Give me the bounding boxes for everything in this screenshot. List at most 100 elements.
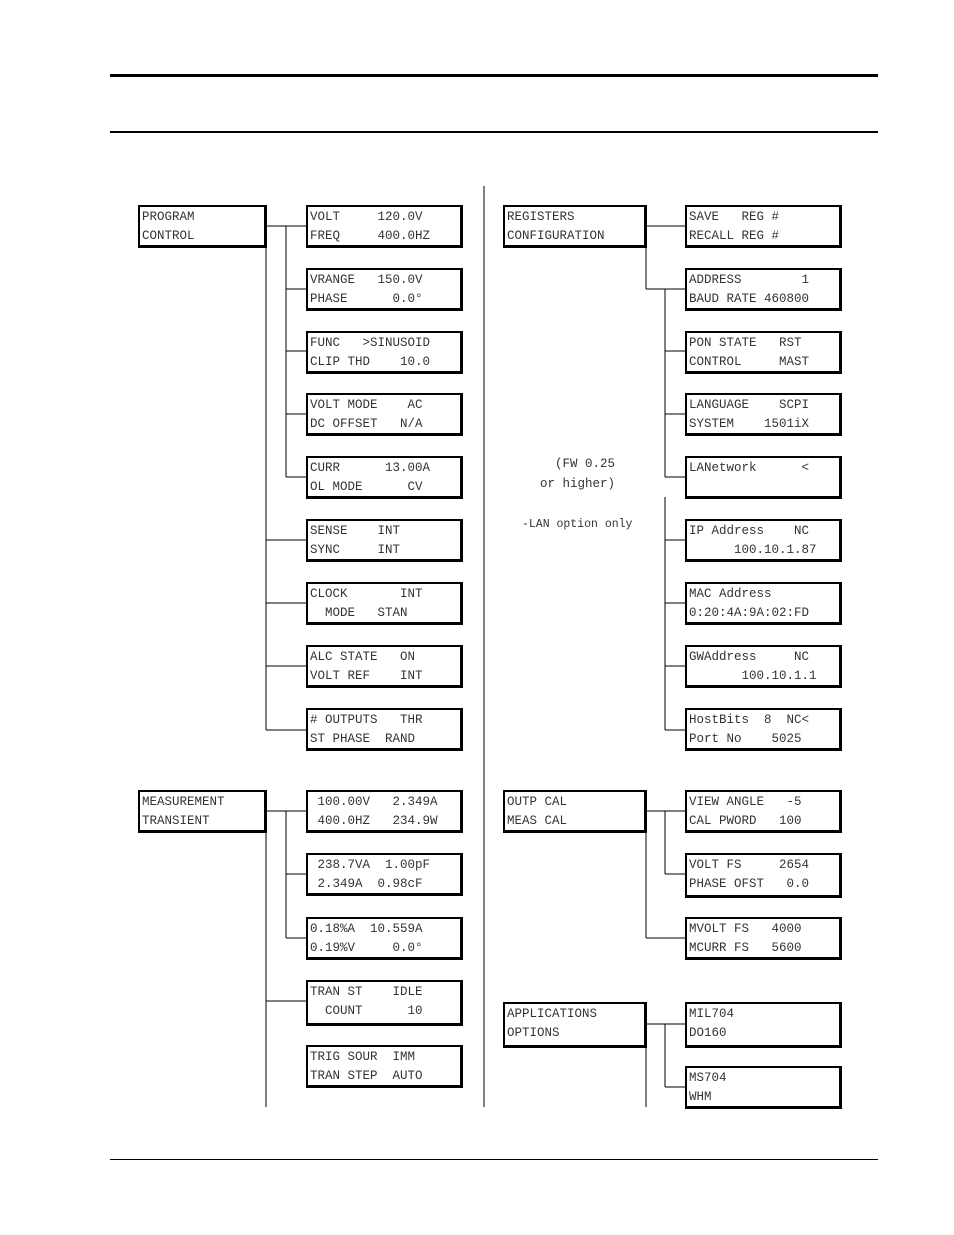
display-line-1: # OUTPUTS THR — [310, 713, 423, 727]
display-line-1: FUNC >SINUSOID — [310, 336, 431, 350]
display-line-2: CAL PWORD 100 — [689, 814, 802, 828]
screen-program-control: VOLT 120.0V FREQ 400.0HZ — [306, 205, 463, 248]
display-line-2: MCURR FS 5600 — [689, 941, 802, 955]
display-line-1: LANGUAGE SCPI — [689, 398, 810, 412]
display-line-1: VOLT 120.0V — [310, 210, 423, 224]
display-line-2: MEAS CAL — [507, 814, 568, 828]
display-line-1: PON STATE RST — [689, 336, 802, 350]
display-line-1: CLOCK INT — [310, 587, 423, 601]
display-line-2: 100.10.1.87 — [689, 543, 817, 557]
screen-program-control: SENSE INT SYNC INT — [306, 519, 463, 562]
display-line-2: PHASE 0.0° — [310, 292, 423, 306]
menu-registers-configuration: REGISTERS CONFIGURATION — [503, 205, 647, 248]
display-line-2: CONTROL — [142, 229, 195, 243]
menu-applications-options: APPLICATIONS OPTIONS — [503, 1002, 647, 1048]
screen-registers-configuration: ADDRESS 1 BAUD RATE 460800 — [685, 268, 842, 311]
display-line-2: CONTROL MAST — [689, 355, 810, 369]
display-line-2: RECALL REG # — [689, 229, 780, 243]
menu-measurement-transient: MEASUREMENT TRANSIENT — [138, 790, 267, 833]
display-line-1: VIEW ANGLE -5 — [689, 795, 802, 809]
display-line-2: TRANSIENT — [142, 814, 210, 828]
display-line-1: VOLT FS 2654 — [689, 858, 810, 872]
display-line-1: MAC Address — [689, 587, 772, 601]
display-line-1: APPLICATIONS — [507, 1007, 598, 1021]
screen-registers-configuration: LANetwork < — [685, 456, 842, 499]
screen-registers-configuration: MAC Address 0:20:4A:9A:02:FD — [685, 582, 842, 625]
display-line-2: OPTIONS — [507, 1026, 560, 1040]
screen-measurement: 0.18%A 10.559A 0.19%V 0.0° — [306, 917, 463, 960]
display-line-2 — [689, 478, 837, 497]
display-line-2: 400.0HZ 234.9W — [310, 814, 438, 828]
display-line-1: LANetwork < — [689, 461, 810, 475]
display-line-1: OUTP CAL — [507, 795, 568, 809]
display-line-2: ST PHASE RAND — [310, 732, 416, 746]
menu-calibration: OUTP CAL MEAS CAL — [503, 790, 647, 833]
display-line-2: TRAN STEP AUTO — [310, 1069, 423, 1083]
menu-program-control: PROGRAM CONTROL — [138, 205, 267, 248]
display-line-2: 0:20:4A:9A:02:FD — [689, 606, 810, 620]
display-line-2: OL MODE CV — [310, 480, 423, 494]
display-line-2: SYSTEM 1501iX — [689, 417, 810, 431]
screen-program-control: VRANGE 150.0V PHASE 0.0° — [306, 268, 463, 311]
display-line-2: CLIP THD 10.0 — [310, 355, 431, 369]
display-line-1: MEASUREMENT — [142, 795, 225, 809]
lan-option-note: -LAN option only — [522, 518, 633, 531]
screen-registers-configuration: SAVE REG # RECALL REG # — [685, 205, 842, 248]
display-line-1: REGISTERS — [507, 210, 575, 224]
screen-applications: MS704 WHM — [685, 1066, 842, 1109]
screen-registers-configuration: PON STATE RST CONTROL MAST — [685, 331, 842, 374]
display-line-1: HostBits 8 NC< — [689, 713, 810, 727]
screen-measurement: 100.00V 2.349A 400.0HZ 234.9W — [306, 790, 463, 833]
screen-program-control: CLOCK INT MODE STAN — [306, 582, 463, 625]
screen-applications: MIL704 DO160 — [685, 1002, 842, 1048]
display-line-2: SYNC INT — [310, 543, 401, 557]
display-line-1: VOLT MODE AC — [310, 398, 423, 412]
display-line-2: BAUD RATE 460800 — [689, 292, 810, 306]
screen-program-control: ALC STATE ON VOLT REF INT — [306, 645, 463, 688]
screen-program-control: FUNC >SINUSOID CLIP THD 10.0 — [306, 331, 463, 374]
display-line-1: MIL704 — [689, 1007, 735, 1021]
display-line-2: PHASE OFST 0.0 — [689, 877, 810, 891]
screen-calibration: MVOLT FS 4000 MCURR FS 5600 — [685, 917, 842, 960]
screen-measurement: 238.7VA 1.00pF 2.349A 0.98cF — [306, 853, 463, 896]
screen-registers-configuration: HostBits 8 NC< Port No 5025 — [685, 708, 842, 751]
display-line-1: SENSE INT — [310, 524, 401, 538]
display-line-1: SAVE REG # — [689, 210, 780, 224]
screen-calibration: VOLT FS 2654 PHASE OFST 0.0 — [685, 853, 842, 898]
display-line-1: TRIG SOUR IMM — [310, 1050, 416, 1064]
display-line-1: VRANGE 150.0V — [310, 273, 423, 287]
screen-registers-configuration: LANGUAGE SCPI SYSTEM 1501iX — [685, 393, 842, 436]
display-line-1: MVOLT FS 4000 — [689, 922, 802, 936]
display-line-2: VOLT REF INT — [310, 669, 423, 683]
screen-program-control: # OUTPUTS THR ST PHASE RAND — [306, 708, 463, 751]
display-line-2: 100.10.1.1 — [689, 669, 817, 683]
display-line-1: PROGRAM — [142, 210, 195, 224]
display-line-2: COUNT 10 — [310, 1004, 423, 1018]
display-line-1: TRAN ST IDLE — [310, 985, 423, 999]
screen-measurement: TRIG SOUR IMM TRAN STEP AUTO — [306, 1045, 463, 1088]
display-line-1: 238.7VA 1.00pF — [310, 858, 431, 872]
display-line-1: CURR 13.00A — [310, 461, 431, 475]
menu-tree-page: (FW 0.25 or higher) -LAN option only PRO… — [0, 0, 954, 1235]
screen-measurement: TRAN ST IDLE COUNT 10 — [306, 980, 463, 1026]
screen-registers-configuration: GWAddress NC 100.10.1.1 — [685, 645, 842, 688]
screen-program-control: CURR 13.00A OL MODE CV — [306, 456, 463, 499]
display-line-1: IP Address NC — [689, 524, 810, 538]
display-line-1: 0.18%A 10.559A — [310, 922, 423, 936]
display-line-2: DO160 — [689, 1026, 727, 1040]
display-line-2: Port No 5025 — [689, 732, 802, 746]
display-line-2: WHM — [689, 1090, 712, 1104]
display-line-1: MS704 — [689, 1071, 727, 1085]
screen-calibration: VIEW ANGLE -5 CAL PWORD 100 — [685, 790, 842, 833]
display-line-2: FREQ 400.0HZ — [310, 229, 431, 243]
display-line-1: 100.00V 2.349A — [310, 795, 438, 809]
display-line-2: DC OFFSET N/A — [310, 417, 423, 431]
display-line-1: ALC STATE ON — [310, 650, 416, 664]
display-line-2: 0.19%V 0.0° — [310, 941, 423, 955]
screen-program-control: VOLT MODE AC DC OFFSET N/A — [306, 393, 463, 436]
display-line-2: MODE STAN — [310, 606, 408, 620]
display-line-2: CONFIGURATION — [507, 229, 605, 243]
display-line-2: 2.349A 0.98cF — [310, 877, 423, 891]
display-line-1: GWAddress NC — [689, 650, 810, 664]
screen-registers-configuration: IP Address NC 100.10.1.87 — [685, 519, 842, 562]
